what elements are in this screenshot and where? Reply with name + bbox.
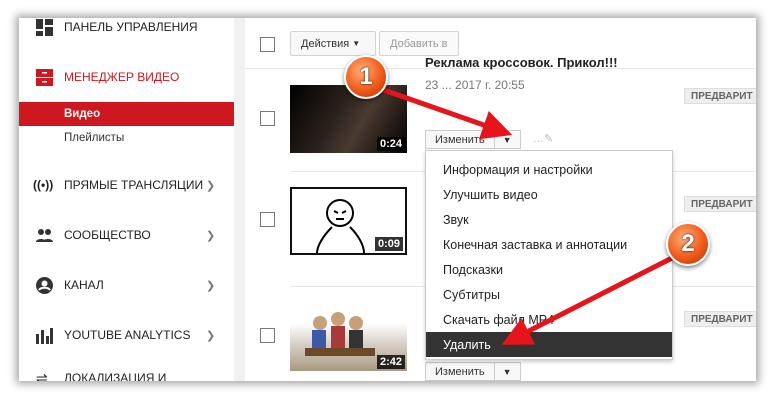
duration-label: 2:42	[376, 355, 405, 369]
sidebar-label: КАНАЛ	[64, 278, 104, 292]
add-to-button[interactable]: Добавить в	[379, 31, 459, 56]
chevron-down-icon[interactable]: ❯	[206, 329, 215, 342]
edit-split-button[interactable]: Изменить ▼	[425, 362, 521, 381]
caret-down-icon[interactable]: ▼	[493, 363, 520, 380]
caret-down-icon: ▼	[352, 39, 361, 48]
sidebar-item-dashboard[interactable]: ПАНЕЛЬ УПРАВЛЕНИЯ	[19, 18, 234, 39]
menu-item-enhance[interactable]: Улучшить видео	[426, 182, 672, 207]
select-all-checkbox[interactable]	[260, 37, 275, 52]
translate-icon: ⇌	[36, 370, 48, 381]
chevron-down-icon[interactable]: ❯	[206, 279, 215, 292]
menu-item-download-mp4[interactable]: Скачать файл MP4	[426, 307, 672, 332]
status-badge: ПРЕДВАРИТ	[684, 311, 756, 327]
menu-item-end-screen[interactable]: Конечная заставка и аннотации	[426, 232, 672, 257]
menu-item-audio[interactable]: Звук	[426, 207, 672, 232]
actions-label: Действия	[301, 37, 350, 50]
edit-dropdown-menu: Информация и настройки Улучшить видео Зв…	[425, 150, 673, 360]
sidebar-label: YOUTUBE ANALYTICS	[64, 328, 191, 342]
sidebar-item-community[interactable]: СООБЩЕСТВО ❯	[19, 223, 234, 247]
video-checkbox[interactable]	[260, 212, 275, 227]
edit-split-button[interactable]: Изменить ▼	[425, 130, 521, 149]
analytics-icon	[36, 327, 53, 344]
sidebar-item-channel[interactable]: КАНАЛ ❯	[19, 273, 234, 297]
sidebar-item-videos[interactable]: Видео	[19, 102, 234, 126]
callout-1: 1	[344, 55, 388, 99]
sidebar-label: ПАНЕЛЬ УПРАВЛЕНИЯ	[64, 20, 198, 34]
menu-item-info-settings[interactable]: Информация и настройки	[426, 157, 672, 182]
status-badge: ПРЕДВАРИТ	[684, 196, 756, 212]
sidebar-item-live[interactable]: ((•)) ПРЯМЫЕ ТРАНСЛЯЦИИ ❯	[19, 173, 234, 197]
video-list: Действия ▼ Добавить в 0:24 Реклама кросс…	[245, 18, 756, 381]
duration-label: 0:24	[376, 137, 405, 151]
callout-2: 2	[666, 222, 710, 266]
video-thumbnail[interactable]: 0:09	[290, 187, 407, 255]
sidebar-item-analytics[interactable]: YOUTUBE ANALYTICS ❯	[19, 323, 234, 347]
account-circle-icon	[36, 276, 53, 294]
chevron-down-icon[interactable]: ❯	[206, 179, 215, 192]
menu-item-cards[interactable]: Подсказки	[426, 257, 672, 282]
video-thumbnail[interactable]: 2:42	[290, 303, 407, 371]
video-checkbox[interactable]	[260, 328, 275, 343]
sidebar-item-playlists[interactable]: Плейлисты	[19, 126, 234, 150]
live-broadcast-icon: ((•))	[33, 178, 54, 192]
video-manager-icon	[36, 68, 53, 86]
divider	[234, 18, 245, 381]
duration-label: 0:09	[374, 237, 403, 251]
chevron-down-icon[interactable]: ❯	[206, 229, 215, 242]
community-icon	[36, 228, 53, 242]
sidebar-label: СООБЩЕСТВО	[64, 228, 151, 242]
sidebar-label: МЕНЕДЖЕР ВИДЕО	[64, 70, 180, 84]
edit-button[interactable]: Изменить	[426, 134, 494, 146]
video-date: 23 ... 2017 г. 20:55	[425, 78, 525, 92]
sidebar-label: ЛОКАЛИЗАЦИЯ И	[64, 371, 167, 381]
video-title[interactable]: Реклама кроссовок. Прикол!!!	[425, 55, 618, 70]
caret-down-icon[interactable]: ▼	[493, 131, 520, 148]
video-thumbnail[interactable]: 0:24	[290, 85, 407, 153]
menu-item-delete[interactable]: Удалить	[426, 332, 672, 357]
edit-button[interactable]: Изменить	[426, 366, 494, 378]
sidebar-item-video-manager[interactable]: МЕНЕДЖЕР ВИДЕО	[19, 65, 234, 89]
video-checkbox[interactable]	[260, 111, 275, 126]
actions-button[interactable]: Действия ▼	[290, 31, 376, 56]
sidebar: ПАНЕЛЬ УПРАВЛЕНИЯ МЕНЕДЖЕР ВИДЕО Видео П…	[19, 18, 234, 381]
magic-wand-icon[interactable]: …✎	[533, 132, 553, 145]
sidebar-item-localization[interactable]: ⇌ ЛОКАЛИЗАЦИЯ И	[19, 366, 234, 381]
status-badge: ПРЕДВАРИТ	[684, 88, 756, 104]
dashboard-icon	[36, 18, 53, 36]
menu-item-subtitles[interactable]: Субтитры	[426, 282, 672, 307]
sidebar-label: ПРЯМЫЕ ТРАНСЛЯЦИИ	[64, 178, 204, 192]
